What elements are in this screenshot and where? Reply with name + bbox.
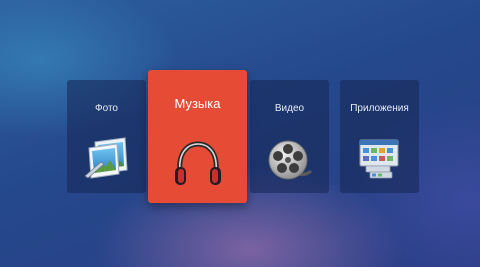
menu-tile-apps[interactable]: Приложения xyxy=(340,80,419,193)
menu-tile-label: Фото xyxy=(95,103,118,114)
menu-tile-label: Видео xyxy=(274,103,305,114)
home-screen: Фото Музыка Видео Приложения xyxy=(0,0,480,267)
menu-tile-label: Музыка xyxy=(174,96,221,111)
headphones-icon xyxy=(170,138,226,190)
menu-tile-label: Приложения xyxy=(350,103,409,114)
menu-tile-photo[interactable]: Фото xyxy=(67,80,146,193)
menu-tile-music[interactable]: Музыка xyxy=(148,70,247,203)
photo-icon xyxy=(81,136,131,182)
film-reel-icon xyxy=(264,136,314,182)
apps-icon xyxy=(354,136,404,182)
menu-tile-video[interactable]: Видео xyxy=(250,80,329,193)
